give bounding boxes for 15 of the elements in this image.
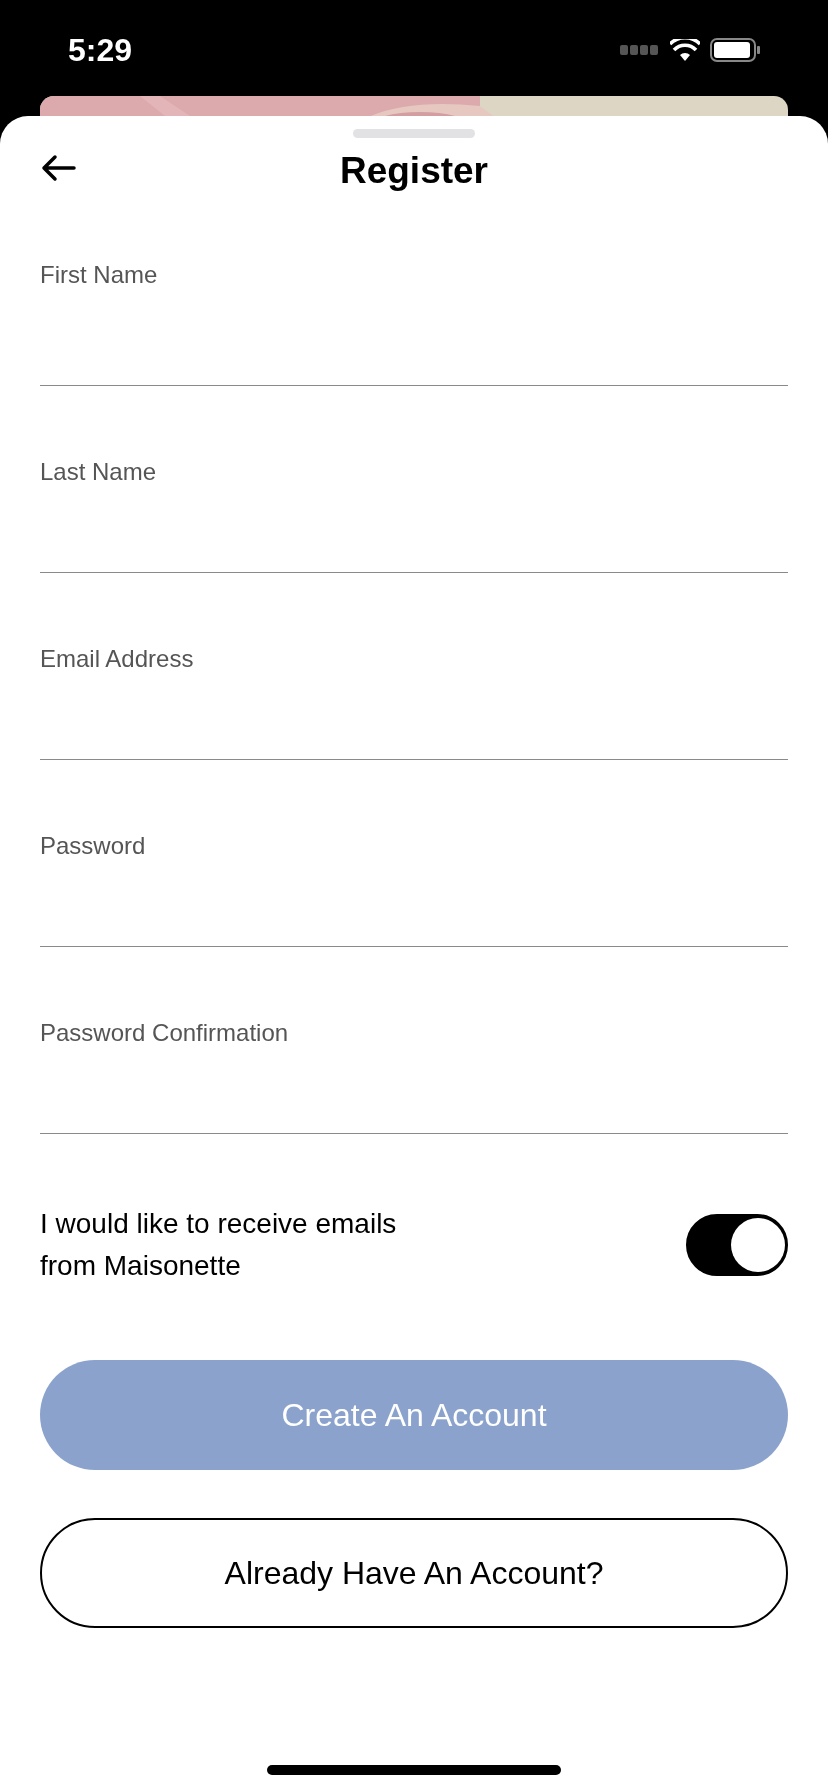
text-field[interactable]: First Name: [40, 200, 788, 386]
newsletter-label: I would like to receive emails from Maisonette: [40, 1207, 398, 1283]
back-arrow-icon: [40, 154, 76, 182]
login-button[interactable]: Already Have An Account?: [40, 1518, 788, 1628]
signal-icon: [620, 45, 660, 55]
battery-icon: [710, 38, 760, 62]
text-field[interactable]: Password: [40, 760, 788, 947]
sheet-handle[interactable]: [353, 129, 475, 138]
text-field[interactable]: Last Name: [40, 386, 788, 573]
page-title: Register: [339, 149, 489, 194]
text-field[interactable]: Email Address: [40, 573, 788, 760]
back-button[interactable]: [40, 154, 76, 182]
text-field[interactable]: Password Confirmation: [40, 947, 788, 1134]
status-time: 5:29: [68, 31, 133, 70]
wifi-icon: [670, 39, 700, 61]
